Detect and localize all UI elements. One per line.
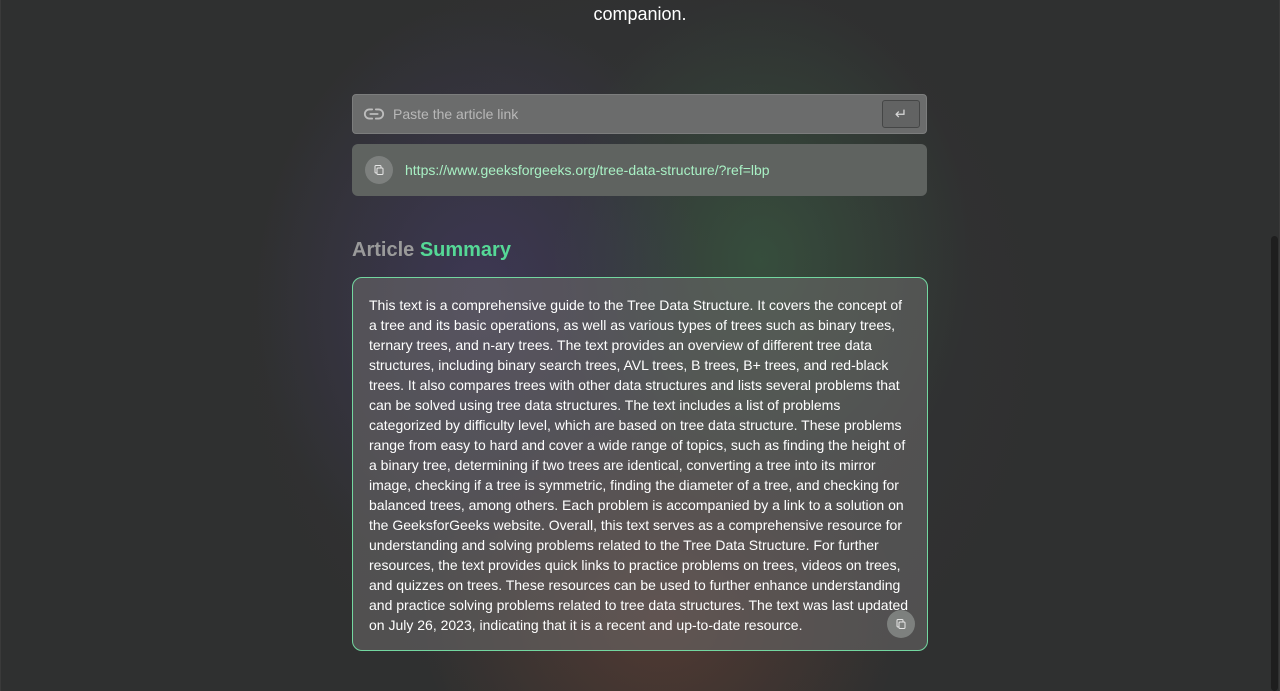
enter-icon: ↵ <box>894 106 908 123</box>
article-link-form: ↵ <box>352 94 927 134</box>
history-item[interactable]: https://www.geeksforgeeks.org/tree-data-… <box>352 144 927 196</box>
submit-button[interactable]: ↵ <box>882 100 920 128</box>
summary-heading-article: Article <box>352 239 415 261</box>
summary-heading: Article Summary <box>352 239 511 262</box>
history-url[interactable]: https://www.geeksforgeeks.org/tree-data-… <box>405 162 770 178</box>
hero-tagline: companion. <box>593 4 687 24</box>
article-link-input[interactable] <box>385 95 882 133</box>
link-icon <box>363 103 385 125</box>
summary-text: This text is a comprehensive guide to th… <box>369 297 909 633</box>
page-scrollbar[interactable] <box>1268 0 1280 691</box>
summary-heading-summary: Summary <box>419 239 511 261</box>
scrollbar-thumb[interactable] <box>1271 236 1278 691</box>
summary-box: This text is a comprehensive guide to th… <box>352 277 928 651</box>
copy-icon[interactable] <box>365 156 393 184</box>
summary-copy-icon[interactable] <box>887 610 915 638</box>
